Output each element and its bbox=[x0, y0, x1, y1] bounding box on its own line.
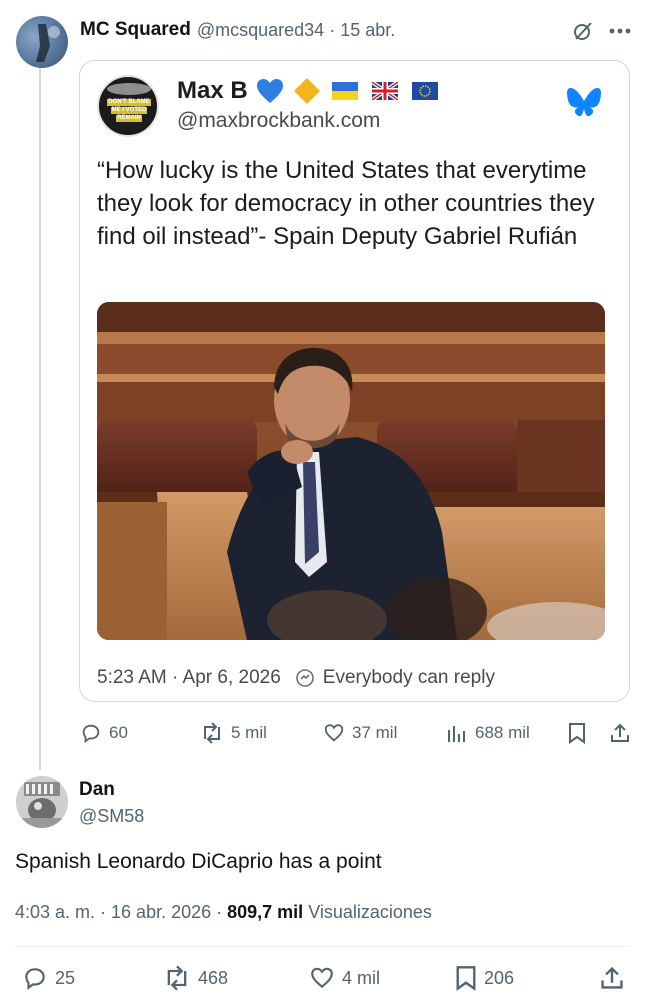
post-date[interactable]: 15 abr. bbox=[340, 20, 395, 41]
reply-text: Spanish Leonardo DiCaprio has a point bbox=[15, 850, 382, 873]
quote-avatar[interactable]: DON'T BLAME ME I VOTED REMAIN bbox=[97, 75, 159, 137]
blue-heart-icon bbox=[256, 78, 284, 104]
grok-icon[interactable] bbox=[570, 18, 596, 44]
author-handle[interactable]: @mcsquared34 bbox=[197, 20, 324, 41]
quote-text: “How lucky is the United States that eve… bbox=[97, 157, 595, 250]
author-name[interactable]: MC Squared bbox=[80, 19, 191, 41]
reply-like-count: 4 mil bbox=[342, 967, 381, 988]
heart-icon bbox=[311, 967, 333, 989]
reply-text-row: Spanish Leonardo DiCaprio has a point bbox=[15, 848, 382, 876]
reply-time[interactable]: 4:03 a. m. · 16 abr. 2026 · bbox=[15, 902, 227, 923]
like-count: 37 mil bbox=[352, 723, 398, 742]
reply-views-count: 809,7 mil bbox=[227, 901, 304, 922]
quote-handle-row: @maxbrockbank.com bbox=[177, 108, 380, 134]
reply-icon bbox=[25, 968, 45, 990]
reply-setting-label: Everybody can reply bbox=[322, 667, 495, 688]
reply-views-label: Visualizaciones bbox=[308, 901, 432, 922]
quote-author-name[interactable]: Max B bbox=[177, 77, 248, 105]
more-icon[interactable] bbox=[606, 18, 634, 44]
quote-time[interactable]: 5:23 AM · Apr 6, 2026 bbox=[97, 667, 281, 689]
thread-line bbox=[39, 68, 41, 770]
reply-bookmark-count: 206 bbox=[484, 967, 515, 988]
like-button[interactable]: 37 mil bbox=[323, 720, 397, 746]
avatar[interactable] bbox=[16, 16, 68, 68]
reply-reply-count: 25 bbox=[55, 967, 76, 988]
divider bbox=[15, 946, 631, 947]
post-header: MC Squared @mcsquared34 · 15 abr. bbox=[80, 18, 395, 42]
bluesky-butterfly-icon bbox=[564, 84, 604, 120]
quote-photo[interactable] bbox=[97, 302, 605, 640]
orange-diamond-icon bbox=[292, 76, 322, 106]
bookmark-icon bbox=[569, 723, 585, 744]
ukraine-flag-icon bbox=[331, 82, 358, 100]
reply-bookmark-button[interactable]: 206 bbox=[455, 964, 514, 992]
reply-reply-button[interactable]: 25 bbox=[22, 964, 75, 992]
reply-avatar[interactable] bbox=[16, 776, 68, 828]
reply-repost-count: 468 bbox=[198, 967, 229, 988]
repost-button[interactable]: 5 mil bbox=[200, 720, 267, 746]
reply-repost-button[interactable]: 468 bbox=[163, 964, 228, 992]
quote-author-handle[interactable]: @maxbrockbank.com bbox=[177, 109, 380, 133]
reply-author-handle[interactable]: @SM58 bbox=[79, 806, 144, 827]
share-button[interactable] bbox=[608, 720, 632, 746]
avatar-sign-line-3: REMAIN bbox=[116, 115, 142, 122]
uk-flag-icon bbox=[371, 82, 398, 100]
repost-icon bbox=[167, 965, 187, 991]
quote-footer: 5:23 AM · Apr 6, 2026 Everybody can repl… bbox=[97, 666, 495, 690]
reply-name-row: Dan bbox=[79, 778, 115, 802]
reply-handle-row: @SM58 bbox=[79, 804, 144, 828]
share-icon bbox=[601, 966, 623, 989]
reply-count: 60 bbox=[109, 723, 128, 742]
quote-name-row: Max B bbox=[177, 76, 438, 106]
repost-count: 5 mil bbox=[231, 723, 267, 742]
separator: · bbox=[329, 19, 336, 40]
views-count: 688 mil bbox=[475, 723, 530, 742]
reply-author-name[interactable]: Dan bbox=[79, 779, 115, 801]
reply-button[interactable]: 60 bbox=[80, 720, 128, 746]
reply-share-button[interactable] bbox=[598, 964, 626, 992]
reply-like-button[interactable]: 4 mil bbox=[309, 964, 380, 992]
reply-setting-icon bbox=[295, 668, 315, 688]
eu-flag-icon bbox=[411, 82, 438, 100]
reply-icon bbox=[82, 724, 100, 744]
share-icon bbox=[611, 723, 629, 742]
reply-meta: 4:03 a. m. · 16 abr. 2026 · 809,7 mil Vi… bbox=[15, 900, 432, 924]
bookmark-button[interactable] bbox=[566, 720, 588, 746]
repost-icon bbox=[204, 722, 220, 744]
views-icon bbox=[448, 726, 465, 742]
bookmark-icon bbox=[456, 966, 476, 991]
heart-icon bbox=[324, 724, 344, 742]
views-button[interactable]: 688 mil bbox=[446, 720, 530, 746]
avatar-sign-line-1: DON'T BLAME bbox=[107, 99, 151, 106]
avatar-sign-line-2: ME I VOTED bbox=[110, 107, 148, 114]
